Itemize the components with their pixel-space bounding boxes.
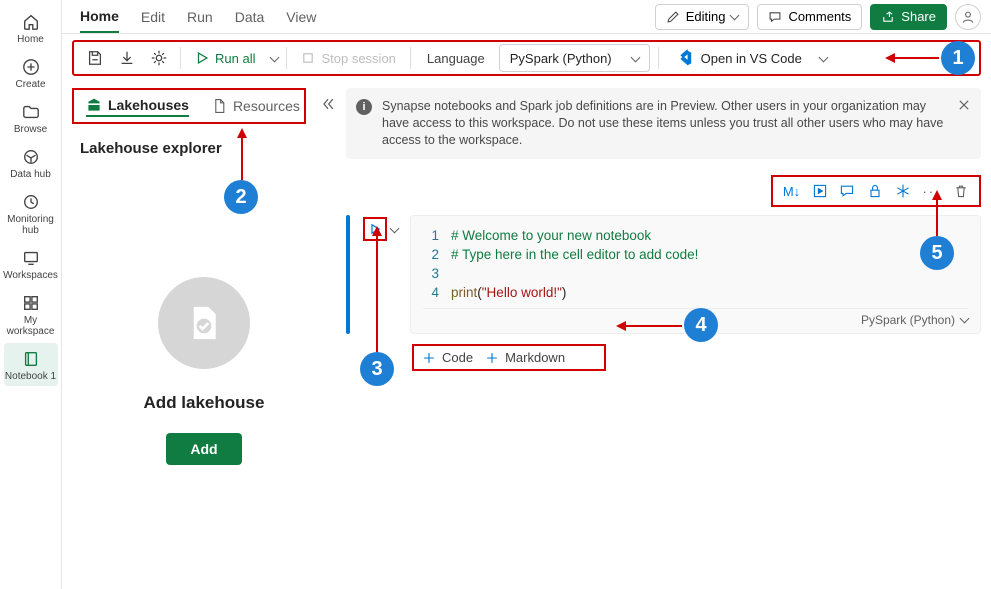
comments-button[interactable]: Comments (757, 4, 862, 30)
callout-3: 3 (360, 352, 394, 386)
callout-1: 1 (941, 41, 975, 75)
callout-2: 2 (224, 180, 258, 214)
home-icon (21, 12, 41, 32)
panel-tab-resources[interactable]: Resources (211, 98, 300, 114)
language-dropdown[interactable]: PySpark (Python) (499, 44, 650, 72)
cell-run-below-button[interactable] (812, 183, 828, 199)
panel-tabs: Lakehouses Resources (72, 88, 306, 124)
language-label: Language (419, 51, 493, 66)
cell-comment-button[interactable] (839, 183, 855, 199)
gear-icon (150, 49, 168, 67)
comment-icon (768, 10, 782, 24)
lakehouse-empty-text: Add lakehouse (144, 393, 265, 413)
save-button[interactable] (82, 45, 108, 71)
avatar[interactable] (955, 4, 981, 30)
trash-icon (953, 183, 969, 199)
datahub-icon (21, 147, 41, 167)
file-icon (211, 98, 227, 114)
add-lakehouse-button[interactable]: Add (166, 433, 241, 465)
panel-tab-lakehouses[interactable]: Lakehouses (86, 97, 189, 117)
stop-icon (301, 51, 315, 65)
play-icon (195, 51, 209, 65)
myworkspace-icon (21, 293, 41, 313)
rail-datahub[interactable]: Data hub (4, 141, 58, 184)
folder-icon (21, 102, 41, 122)
add-cell-row: Code Markdown (412, 344, 606, 371)
notebook-icon (21, 349, 41, 369)
lock-icon (867, 183, 883, 199)
save-icon (86, 49, 104, 67)
rail-browse[interactable]: Browse (4, 96, 58, 139)
run-all-button[interactable]: Run all (189, 51, 261, 66)
share-button[interactable]: Share (870, 4, 947, 30)
tab-data[interactable]: Data (235, 0, 265, 33)
collapse-panel-button[interactable] (320, 96, 336, 115)
info-icon: i (356, 99, 372, 115)
close-banner-button[interactable] (957, 98, 971, 117)
cell-delete-button[interactable] (953, 183, 969, 199)
cell-lock-button[interactable] (867, 183, 883, 199)
close-icon (957, 98, 971, 112)
tab-view[interactable]: View (286, 0, 316, 33)
code-cell: 1# Welcome to your new notebook 2# Type … (346, 215, 981, 334)
download-button[interactable] (114, 45, 140, 71)
comment-icon (839, 183, 855, 199)
chevron-down-icon (820, 51, 827, 66)
cell-toolbar: M↓ ··· (771, 175, 981, 207)
snowflake-icon (895, 183, 911, 199)
callout-5: 5 (920, 236, 954, 270)
callout-4: 4 (684, 308, 718, 342)
vscode-icon (675, 49, 693, 67)
lakehouse-panel: Lakehouses Resources Lakehouse explorer … (72, 88, 336, 589)
monitor-icon (21, 192, 41, 212)
home-toolbar: Run all Stop session Language PySpark (P… (72, 40, 981, 76)
rail-workspaces[interactable]: Workspaces (4, 242, 58, 285)
run-all-chevron[interactable] (271, 51, 278, 66)
preview-info-banner: i Synapse notebooks and Spark job defini… (346, 88, 981, 159)
open-vscode-button[interactable]: Open in VS Code (667, 49, 835, 67)
plus-icon (485, 351, 499, 365)
workspaces-icon (21, 248, 41, 268)
rail-notebook[interactable]: Notebook 1 (4, 343, 58, 386)
stop-session-button: Stop session (295, 51, 401, 66)
tab-home[interactable]: Home (80, 0, 119, 33)
run-cell-chevron[interactable] (391, 222, 398, 237)
rail-myworkspace[interactable]: My workspace (4, 287, 58, 341)
plus-icon (422, 351, 436, 365)
tab-edit[interactable]: Edit (141, 0, 165, 33)
rail-home[interactable]: Home (4, 6, 58, 49)
cell-selection-bar (346, 215, 350, 334)
chevron-down-icon (731, 9, 738, 24)
pencil-icon (666, 10, 680, 24)
chevron-down-icon (632, 51, 639, 66)
run-below-icon (812, 183, 828, 199)
settings-button[interactable] (146, 45, 172, 71)
lakehouse-empty-icon (158, 277, 250, 369)
add-code-cell-button[interactable]: Code (422, 350, 473, 365)
rail-monitoring[interactable]: Monitoring hub (4, 186, 58, 240)
panel-title: Lakehouse explorer (80, 140, 328, 157)
share-icon (881, 10, 895, 24)
nav-rail: Home Create Browse Data hub Monitoring h… (0, 0, 62, 589)
ribbon-tabs: Home Edit Run Data View Editing Comments… (62, 0, 991, 34)
cell-freeze-button[interactable] (895, 183, 911, 199)
lakehouse-icon (86, 97, 102, 113)
notebook-main: i Synapse notebooks and Spark job defini… (346, 88, 981, 589)
editing-button[interactable]: Editing (655, 4, 750, 30)
cell-to-markdown-button[interactable]: M↓ (783, 184, 800, 199)
chevron-left-double-icon (320, 96, 336, 112)
download-icon (118, 49, 136, 67)
rail-create[interactable]: Create (4, 51, 58, 94)
person-icon (960, 9, 976, 25)
add-markdown-cell-button[interactable]: Markdown (485, 350, 565, 365)
tab-run[interactable]: Run (187, 0, 213, 33)
chevron-down-icon (961, 313, 968, 327)
plus-circle-icon (21, 57, 41, 77)
